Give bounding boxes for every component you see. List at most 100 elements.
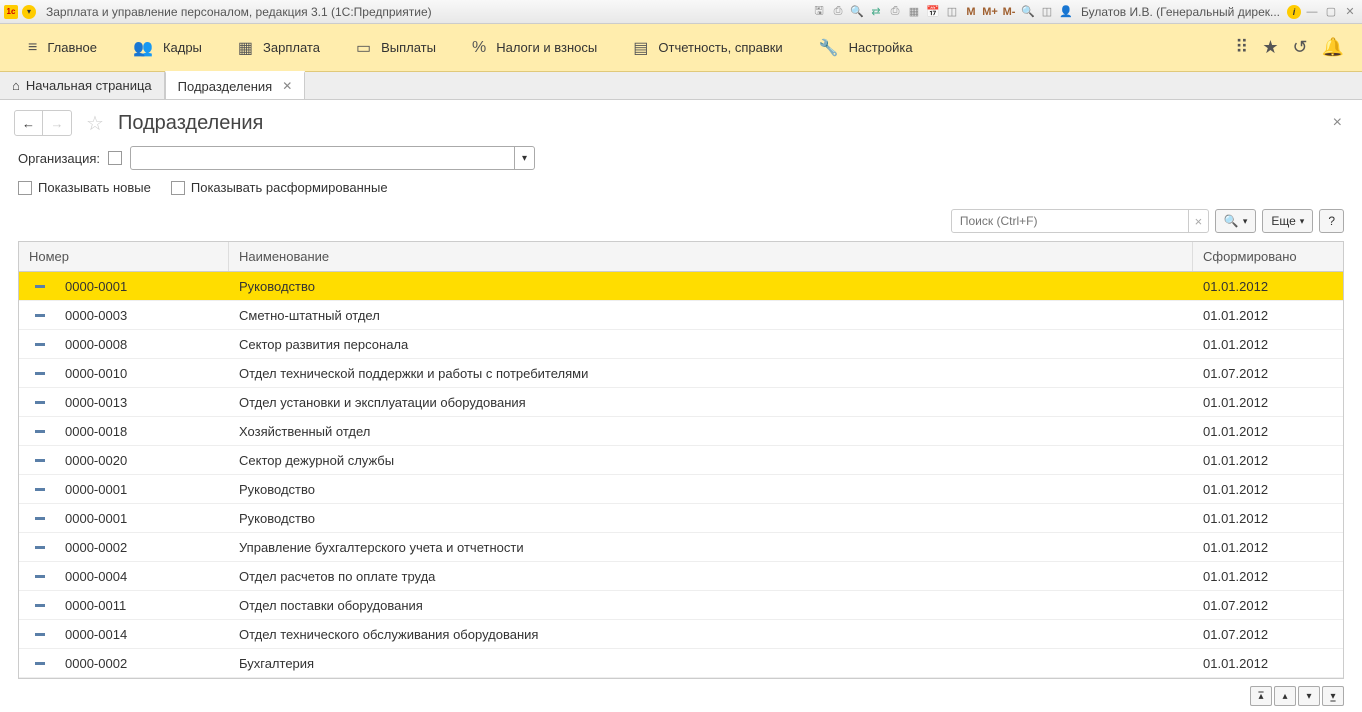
minimize-icon[interactable]: — xyxy=(1304,4,1320,20)
table-row[interactable]: 0000-0001Руководство01.01.2012 xyxy=(19,475,1343,504)
table-row[interactable]: 0000-0002Управление бухгалтерского учета… xyxy=(19,533,1343,562)
org-checkbox[interactable] xyxy=(108,151,122,165)
table-row[interactable]: 0000-0003Сметно-штатный отдел01.01.2012 xyxy=(19,301,1343,330)
cell-name: Сметно-штатный отдел xyxy=(229,301,1193,329)
table-body[interactable]: 0000-0001Руководство01.01.20120000-0003С… xyxy=(19,272,1343,678)
nav-back-button[interactable]: ← xyxy=(15,111,43,135)
show-disbanded-checkbox[interactable]: Показывать расформированные xyxy=(171,180,388,195)
show-disbanded-label: Показывать расформированные xyxy=(191,180,388,195)
menu-burger[interactable]: ≡Главное xyxy=(10,24,115,71)
tab-close-icon[interactable]: ✕ xyxy=(282,79,292,93)
table-row[interactable]: 0000-0018Хозяйственный отдел01.01.2012 xyxy=(19,417,1343,446)
table-row[interactable]: 0000-0001Руководство01.01.2012 xyxy=(19,504,1343,533)
show-new-checkbox[interactable]: Показывать новые xyxy=(18,180,151,195)
calendar-icon[interactable]: 📅 xyxy=(925,4,941,20)
nav-buttons: ← → xyxy=(14,110,72,136)
menu-zarplata[interactable]: ▦Зарплата xyxy=(220,24,338,71)
org-select[interactable]: ▾ xyxy=(130,146,535,170)
cell-number: 0000-0001 xyxy=(19,272,229,300)
save-icon[interactable]: 🖫 xyxy=(811,4,827,20)
row-icon xyxy=(35,488,45,491)
org-select-dropdown-icon[interactable]: ▾ xyxy=(514,147,534,169)
table-row[interactable]: 0000-0001Руководство01.01.2012 xyxy=(19,272,1343,301)
help-button[interactable]: ? xyxy=(1319,209,1344,233)
cell-date: 01.01.2012 xyxy=(1193,562,1343,590)
cell-number: 0000-0001 xyxy=(19,504,229,532)
row-icon xyxy=(35,546,45,549)
menu-vyplaty[interactable]: ▭Выплаты xyxy=(338,24,454,71)
help-label: ? xyxy=(1328,214,1335,228)
tab-home[interactable]: ⌂ Начальная страница xyxy=(0,72,165,99)
menu-kadry[interactable]: 👥Кадры xyxy=(115,24,220,71)
calc-icon[interactable]: ▦ xyxy=(906,4,922,20)
preview-icon[interactable]: 🔍 xyxy=(849,4,865,20)
print-icon[interactable]: ⎙ xyxy=(830,4,846,20)
menu-nastroyka[interactable]: 🔧Настройка xyxy=(801,24,931,71)
cell-number: 0000-0001 xyxy=(19,475,229,503)
favorite-star-icon[interactable]: ☆ xyxy=(86,111,104,136)
panels-icon[interactable]: ◫ xyxy=(1039,4,1055,20)
page-close-icon[interactable]: × xyxy=(1327,114,1348,132)
apps-icon[interactable]: ⠿ xyxy=(1235,37,1248,58)
cell-date: 01.01.2012 xyxy=(1193,417,1343,445)
date-icon[interactable]: ◫ xyxy=(944,4,960,20)
people-icon: 👥 xyxy=(133,38,153,58)
header-date[interactable]: Сформировано xyxy=(1193,242,1343,271)
cell-name: Отдел поставки оборудования xyxy=(229,591,1193,619)
cell-name: Руководство xyxy=(229,475,1193,503)
scroll-up-button[interactable]: ▴ xyxy=(1274,686,1296,706)
table-row[interactable]: 0000-0014Отдел технического обслуживания… xyxy=(19,620,1343,649)
table-row[interactable]: 0000-0008Сектор развития персонала01.01.… xyxy=(19,330,1343,359)
close-window-icon[interactable]: ✕ xyxy=(1342,4,1358,20)
search-input[interactable] xyxy=(952,210,1188,232)
org-select-input[interactable] xyxy=(131,147,514,169)
menu-otchet[interactable]: ▤Отчетность, справки xyxy=(615,24,800,71)
zoom-icon[interactable]: 🔍 xyxy=(1020,4,1036,20)
table-row[interactable]: 0000-0010Отдел технической поддержки и р… xyxy=(19,359,1343,388)
user-label[interactable]: Булатов И.В. (Генеральный дирек... xyxy=(1081,5,1280,19)
row-icon xyxy=(35,372,45,375)
m-plus-button[interactable]: M+ xyxy=(982,4,998,20)
m-minus-button[interactable]: M- xyxy=(1001,4,1017,20)
menu-nalogi[interactable]: %Налоги и взносы xyxy=(454,24,615,71)
tab-podrazdeleniya[interactable]: Подразделения ✕ xyxy=(165,71,306,99)
history-icon[interactable]: ↺ xyxy=(1292,37,1307,58)
row-icon xyxy=(35,401,45,404)
table-row[interactable]: 0000-0011Отдел поставки оборудования01.0… xyxy=(19,591,1343,620)
checkbox-icon xyxy=(171,181,185,195)
list-toolbar: × 🔍▾ Еще▾ ? xyxy=(0,205,1362,237)
cell-date: 01.01.2012 xyxy=(1193,475,1343,503)
cell-number: 0000-0013 xyxy=(19,388,229,416)
cell-date: 01.01.2012 xyxy=(1193,446,1343,474)
nav-forward-button[interactable]: → xyxy=(43,111,71,135)
table-row[interactable]: 0000-0002Бухгалтерия01.01.2012 xyxy=(19,649,1343,678)
row-icon xyxy=(35,517,45,520)
table-row[interactable]: 0000-0020Сектор дежурной службы01.01.201… xyxy=(19,446,1343,475)
cell-number: 0000-0010 xyxy=(19,359,229,387)
scroll-top-button[interactable]: ▴̅ xyxy=(1250,686,1272,706)
more-button[interactable]: Еще▾ xyxy=(1262,209,1313,233)
table-header: Номер Наименование Сформировано xyxy=(19,242,1343,272)
cell-date: 01.01.2012 xyxy=(1193,330,1343,358)
print2-icon[interactable]: ⎙ xyxy=(887,4,903,20)
scroll-bottom-button[interactable]: ▾̲ xyxy=(1322,686,1344,706)
more-label: Еще xyxy=(1271,214,1295,228)
scroll-down-button[interactable]: ▾ xyxy=(1298,686,1320,706)
table-row[interactable]: 0000-0013Отдел установки и эксплуатации … xyxy=(19,388,1343,417)
star-icon[interactable]: ★ xyxy=(1262,37,1278,58)
maximize-icon[interactable]: ▢ xyxy=(1323,4,1339,20)
header-name[interactable]: Наименование xyxy=(229,242,1193,271)
cell-name: Отдел технической поддержки и работы с п… xyxy=(229,359,1193,387)
search-clear-icon[interactable]: × xyxy=(1188,210,1208,232)
search-button[interactable]: 🔍▾ xyxy=(1215,209,1256,233)
table-row[interactable]: 0000-0004Отдел расчетов по оплате труда0… xyxy=(19,562,1343,591)
m-button[interactable]: M xyxy=(963,4,979,20)
cell-date: 01.01.2012 xyxy=(1193,533,1343,561)
info-icon[interactable]: i xyxy=(1287,5,1301,19)
app-menu-dropdown[interactable]: ▾ xyxy=(22,5,36,19)
bell-icon[interactable]: 🔔 xyxy=(1322,37,1344,58)
cell-name: Руководство xyxy=(229,272,1193,300)
header-number[interactable]: Номер xyxy=(19,242,229,271)
compare-icon[interactable]: ⇄ xyxy=(868,4,884,20)
cell-name: Управление бухгалтерского учета и отчетн… xyxy=(229,533,1193,561)
